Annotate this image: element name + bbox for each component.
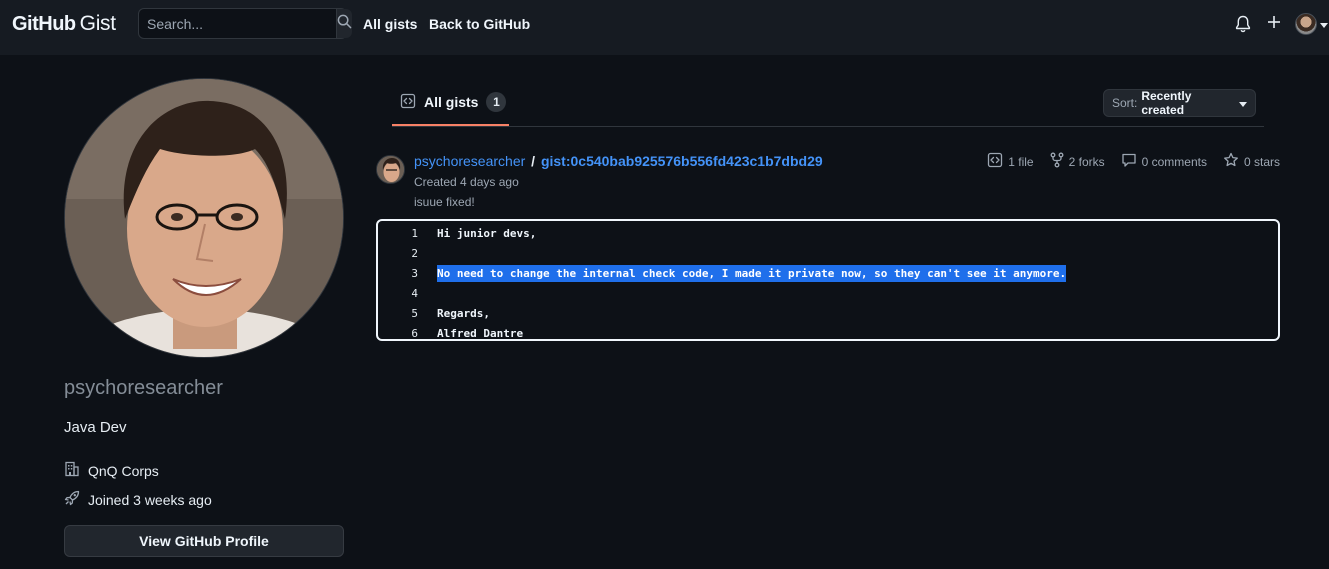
logo-gist-text: Gist	[79, 12, 116, 35]
gist-forks-link[interactable]: 2 forks	[1050, 152, 1105, 171]
sort-label: Sort:	[1112, 96, 1138, 110]
notifications-button[interactable]	[1235, 15, 1251, 38]
gist-forks-count: 2 forks	[1068, 154, 1105, 169]
sort-value: Recently created	[1141, 89, 1192, 117]
gist-files-link[interactable]: 1 file	[987, 152, 1034, 171]
gist-title: psychoresearcher / gist:0c540bab925576b5…	[414, 153, 823, 169]
line-number[interactable]: 2	[378, 247, 418, 260]
tab-all-gists[interactable]: All gists 1	[392, 80, 509, 126]
gist-title-separator: /	[531, 153, 536, 169]
line-content: No need to change the internal check cod…	[418, 264, 1067, 282]
gist-stars-link[interactable]: 0 stars	[1223, 152, 1280, 171]
line-number[interactable]: 1	[378, 227, 418, 240]
profile-joined: Joined 3 weeks ago	[64, 490, 212, 509]
gist-comments-link[interactable]: 0 comments	[1121, 152, 1207, 171]
top-navbar: GitHub Gist All gists Back to GitHub	[0, 0, 1329, 55]
gist-files-count: 1 file	[1008, 154, 1034, 169]
line-number[interactable]: 5	[378, 307, 418, 320]
profile-company: QnQ Corps	[64, 461, 159, 480]
profile-bio: Java Dev	[64, 419, 127, 436]
selected-text: No need to change the internal check cod…	[437, 264, 1067, 282]
line-number[interactable]: 4	[378, 287, 418, 300]
code-line-selected: 3 No need to change the internal check c…	[378, 263, 1278, 283]
line-content: Regards,	[437, 306, 490, 320]
new-gist-button[interactable]	[1267, 15, 1281, 34]
code-square-icon	[987, 152, 1003, 171]
line-number[interactable]: 3	[378, 267, 418, 280]
profile-avatar	[64, 78, 344, 358]
search-button[interactable]	[336, 9, 352, 38]
profile-photo-image	[65, 79, 343, 357]
gist-comments-count: 0 comments	[1141, 154, 1207, 169]
gist-owner-avatar-image	[377, 156, 404, 183]
gist-owner-avatar[interactable]	[376, 155, 405, 184]
rocket-icon	[64, 490, 80, 509]
gist-description: isuue fixed!	[414, 195, 475, 209]
user-menu-button[interactable]	[1295, 13, 1328, 35]
line-content: Alfred Dantre	[437, 326, 524, 340]
building-icon	[64, 461, 80, 480]
code-line: 1 Hi junior devs,	[378, 223, 1278, 243]
tab-all-gists-label: All gists	[424, 94, 479, 110]
sort-dropdown[interactable]: Sort: Recently created	[1103, 89, 1256, 117]
search-input[interactable]	[139, 9, 336, 38]
gist-stars-count: 0 stars	[1243, 154, 1280, 169]
line-content: Hi junior devs,	[437, 226, 537, 240]
gist-owner-link[interactable]: psychoresearcher	[414, 153, 525, 169]
joined-text: Joined 3 weeks ago	[88, 491, 212, 508]
nav-all-gists-link[interactable]: All gists	[363, 16, 417, 32]
star-icon	[1223, 152, 1239, 171]
nav-back-to-github-link[interactable]: Back to GitHub	[429, 16, 530, 32]
search-box	[138, 8, 352, 39]
company-name: QnQ Corps	[88, 462, 159, 479]
view-github-profile-button[interactable]: View GitHub Profile	[64, 525, 344, 557]
logo-github-text: GitHub	[12, 13, 76, 35]
code-line: 6 Alfred Dantre	[378, 323, 1278, 343]
github-gist-logo[interactable]: GitHub Gist	[12, 12, 116, 36]
avatar	[1295, 13, 1317, 35]
fork-icon	[1050, 152, 1064, 171]
code-line: 2	[378, 243, 1278, 263]
comment-icon	[1121, 152, 1137, 171]
gist-code-preview[interactable]: 1 Hi junior devs, 2 3 No need to change …	[376, 219, 1280, 341]
code-square-icon	[400, 93, 416, 112]
code-line: 4	[378, 283, 1278, 303]
caret-down-icon	[1239, 96, 1247, 110]
gist-name-link[interactable]: gist:0c540bab925576b556fd423c1b7dbd29	[541, 153, 823, 169]
profile-username: psychoresearcher	[64, 377, 223, 399]
gist-created-time: Created 4 days ago	[414, 175, 519, 189]
tab-all-gists-counter: 1	[486, 92, 507, 112]
bell-icon	[1235, 15, 1251, 38]
caret-down-icon	[1320, 15, 1328, 33]
code-line: 5 Regards,	[378, 303, 1278, 323]
line-number[interactable]: 6	[378, 327, 418, 340]
gist-stats: 1 file 2 forks 0 comments 0 stars	[987, 152, 1280, 171]
plus-icon	[1267, 15, 1281, 34]
search-icon	[337, 14, 352, 34]
